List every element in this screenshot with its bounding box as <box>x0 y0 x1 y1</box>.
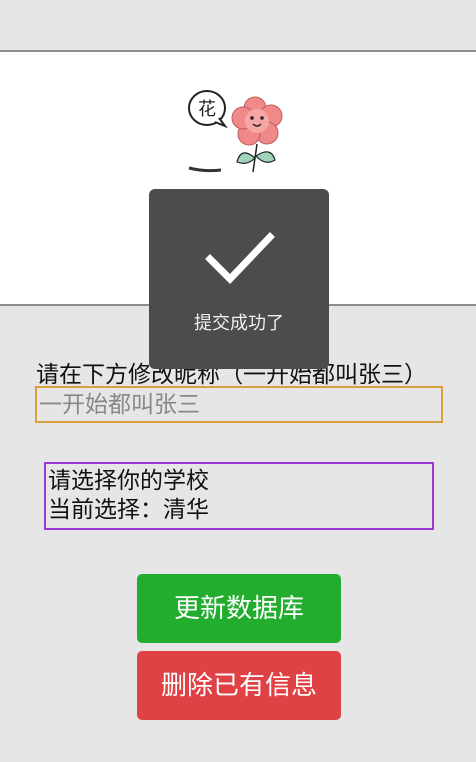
delete-info-button[interactable]: 删除已有信息 <box>137 651 341 720</box>
nickname-input[interactable] <box>35 386 443 423</box>
checkmark-icon <box>205 232 275 285</box>
toast-message: 提交成功了 <box>194 313 284 334</box>
school-prompt: 请选择你的学校 <box>48 468 209 494</box>
update-database-button[interactable]: 更新数据库 <box>137 574 341 643</box>
flower-avatar-icon: 花 <box>188 90 283 173</box>
school-current-value: 清华 <box>163 497 209 523</box>
avatar-text: 花 <box>198 99 216 120</box>
school-current: 当前选择：清华 <box>48 496 432 525</box>
top-bar <box>0 0 476 50</box>
success-toast: 提交成功了 <box>149 189 329 369</box>
school-current-prefix: 当前选择： <box>48 497 163 523</box>
school-picker[interactable]: 请选择你的学校 当前选择：清华 <box>44 462 434 530</box>
avatar[interactable]: 花 <box>185 78 285 174</box>
